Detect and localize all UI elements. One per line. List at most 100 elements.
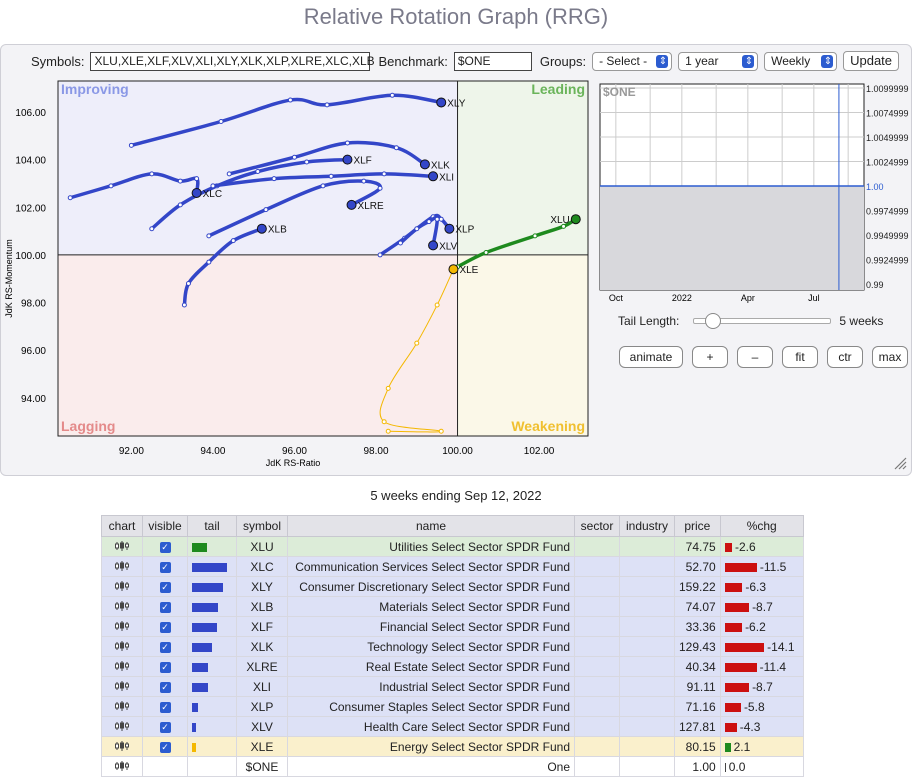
symbol-cell[interactable]: XLI [236, 676, 288, 697]
period-select[interactable]: 1 year [678, 51, 759, 71]
head-marker-xli[interactable] [428, 171, 439, 182]
visible-checkbox[interactable]: ✓ [142, 616, 188, 637]
chart-icon[interactable] [101, 596, 143, 617]
check-icon[interactable]: ✓ [159, 701, 171, 713]
head-marker-xlp[interactable] [444, 223, 455, 234]
chart-icon[interactable] [101, 556, 143, 577]
chart-icon[interactable] [101, 536, 143, 557]
table-row[interactable]: ✓ XLV Health Care Select Sector SPDR Fund 1… [101, 716, 804, 737]
symbol-cell[interactable]: XLV [236, 716, 288, 737]
table-row[interactable]: ✓ XLE Energy Select Sector SPDR Fund 80.15 2… [101, 736, 804, 757]
symbol-cell[interactable]: XLE [236, 736, 288, 757]
col-price[interactable]: price [674, 515, 721, 537]
animate-button[interactable]: animate [619, 346, 683, 368]
check-icon[interactable]: ✓ [159, 621, 171, 633]
head-marker-xlf[interactable] [342, 154, 353, 165]
symbol-cell[interactable]: XLP [236, 696, 288, 717]
tail-length-slider[interactable] [693, 313, 832, 329]
table-row[interactable]: $ONE One 1.00 0.0 [101, 756, 804, 777]
interval-select[interactable]: Weekly [764, 51, 838, 71]
chart-icon[interactable] [101, 676, 143, 697]
tail-point [194, 176, 200, 182]
groups-select[interactable]: - Select - [592, 51, 673, 71]
zoom-out-button[interactable]: – [737, 346, 773, 368]
symbol-cell[interactable]: XLRE [236, 656, 288, 677]
chart-icon[interactable] [101, 656, 143, 677]
chart-icon[interactable] [101, 736, 143, 757]
col-sector[interactable]: sector [574, 515, 620, 537]
x-tick-label: 94.00 [200, 446, 225, 457]
head-marker-xlv[interactable] [428, 240, 439, 251]
table-row[interactable]: ✓ XLU Utilities Select Sector SPDR Fund 74.… [101, 536, 804, 557]
visible-checkbox[interactable]: ✓ [142, 676, 188, 697]
col-industry[interactable]: industry [619, 515, 675, 537]
table-row[interactable]: ✓ XLRE Real Estate Select Sector SPDR Fund… [101, 656, 804, 677]
symbol-cell[interactable]: XLF [236, 616, 288, 637]
visible-checkbox[interactable]: ✓ [142, 576, 188, 597]
check-icon[interactable]: ✓ [159, 641, 171, 653]
series-label-xlre: XLRE [358, 201, 384, 212]
chart-icon[interactable] [101, 636, 143, 657]
table-row[interactable]: ✓ XLK Technology Select Sector SPDR Fund 12… [101, 636, 804, 657]
table-row[interactable]: ✓ XLB Materials Select Sector SPDR Fund 74.… [101, 596, 804, 617]
center-button[interactable]: ctr [827, 346, 863, 368]
col-symbol[interactable]: symbol [236, 515, 288, 537]
check-icon[interactable]: ✓ [159, 741, 171, 753]
visible-checkbox[interactable]: ✓ [142, 636, 188, 657]
table-row[interactable]: ✓ XLC Communication Services Select Sector… [101, 556, 804, 577]
tail-point [304, 159, 310, 165]
col-tail[interactable]: tail [187, 515, 237, 537]
check-icon[interactable]: ✓ [159, 561, 171, 573]
head-marker-xlb[interactable] [256, 223, 267, 234]
chart-icon[interactable] [101, 576, 143, 597]
symbol-cell[interactable]: XLK [236, 636, 288, 657]
visible-checkbox[interactable]: ✓ [142, 556, 188, 577]
chart-icon[interactable] [101, 616, 143, 637]
table-row[interactable]: ✓ XLF Financial Select Sector SPDR Fund 33.… [101, 616, 804, 637]
tail-bar [192, 662, 208, 672]
check-icon[interactable]: ✓ [159, 601, 171, 613]
check-icon[interactable]: ✓ [159, 681, 171, 693]
max-button[interactable]: max [872, 346, 908, 368]
symbol-cell[interactable]: XLU [236, 536, 288, 557]
visible-checkbox[interactable]: ✓ [142, 696, 188, 717]
rrg-chart[interactable]: Improving Leading Lagging Weakening 92.00 94.… [0, 44, 595, 474]
head-marker-xlk[interactable] [419, 159, 430, 170]
symbol-cell[interactable]: XLC [236, 556, 288, 577]
col-visible[interactable]: visible [142, 515, 188, 537]
resize-handle-icon[interactable] [893, 456, 907, 470]
table-row[interactable]: ✓ XLY Consumer Discretionary Select Sector… [101, 576, 804, 597]
col-name[interactable]: name [287, 515, 575, 537]
head-marker-xlc[interactable] [191, 187, 202, 198]
symbol-cell[interactable]: $ONE [236, 756, 288, 777]
symbol-cell[interactable]: XLB [236, 596, 288, 617]
visible-checkbox[interactable]: ✓ [142, 736, 188, 757]
chart-icon[interactable] [101, 696, 143, 717]
table-row[interactable]: ✓ XLP Consumer Staples Select Sector SPDR … [101, 696, 804, 717]
visible-checkbox[interactable]: ✓ [142, 596, 188, 617]
head-marker-xle[interactable] [448, 264, 459, 275]
price-cell: 91.11 [674, 676, 721, 697]
col-chart[interactable]: chart [101, 515, 143, 537]
check-icon[interactable]: ✓ [159, 581, 171, 593]
head-marker-xlre[interactable] [346, 199, 357, 210]
tail-length-knob[interactable] [705, 313, 722, 329]
head-marker-xly[interactable] [436, 97, 447, 108]
visible-checkbox[interactable]: ✓ [142, 656, 188, 677]
zoom-in-button[interactable]: + [692, 346, 728, 368]
chart-icon[interactable] [101, 716, 143, 737]
visible-checkbox[interactable]: ✓ [142, 716, 188, 737]
symbol-cell[interactable]: XLY [236, 576, 288, 597]
visible-checkbox[interactable]: ✓ [142, 536, 188, 557]
check-icon[interactable]: ✓ [159, 721, 171, 733]
table-row[interactable]: ✓ XLI Industrial Select Sector SPDR Fund 91… [101, 676, 804, 697]
update-button[interactable]: Update [843, 51, 900, 71]
visible-checkbox[interactable] [142, 756, 188, 777]
col-pctchg[interactable]: %chg [719, 515, 804, 537]
check-icon[interactable]: ✓ [159, 541, 171, 553]
tail-point [218, 119, 224, 125]
head-marker-xlu[interactable] [570, 214, 581, 225]
check-icon[interactable]: ✓ [159, 661, 171, 673]
fit-button[interactable]: fit [782, 346, 818, 368]
chart-icon[interactable] [101, 756, 143, 777]
